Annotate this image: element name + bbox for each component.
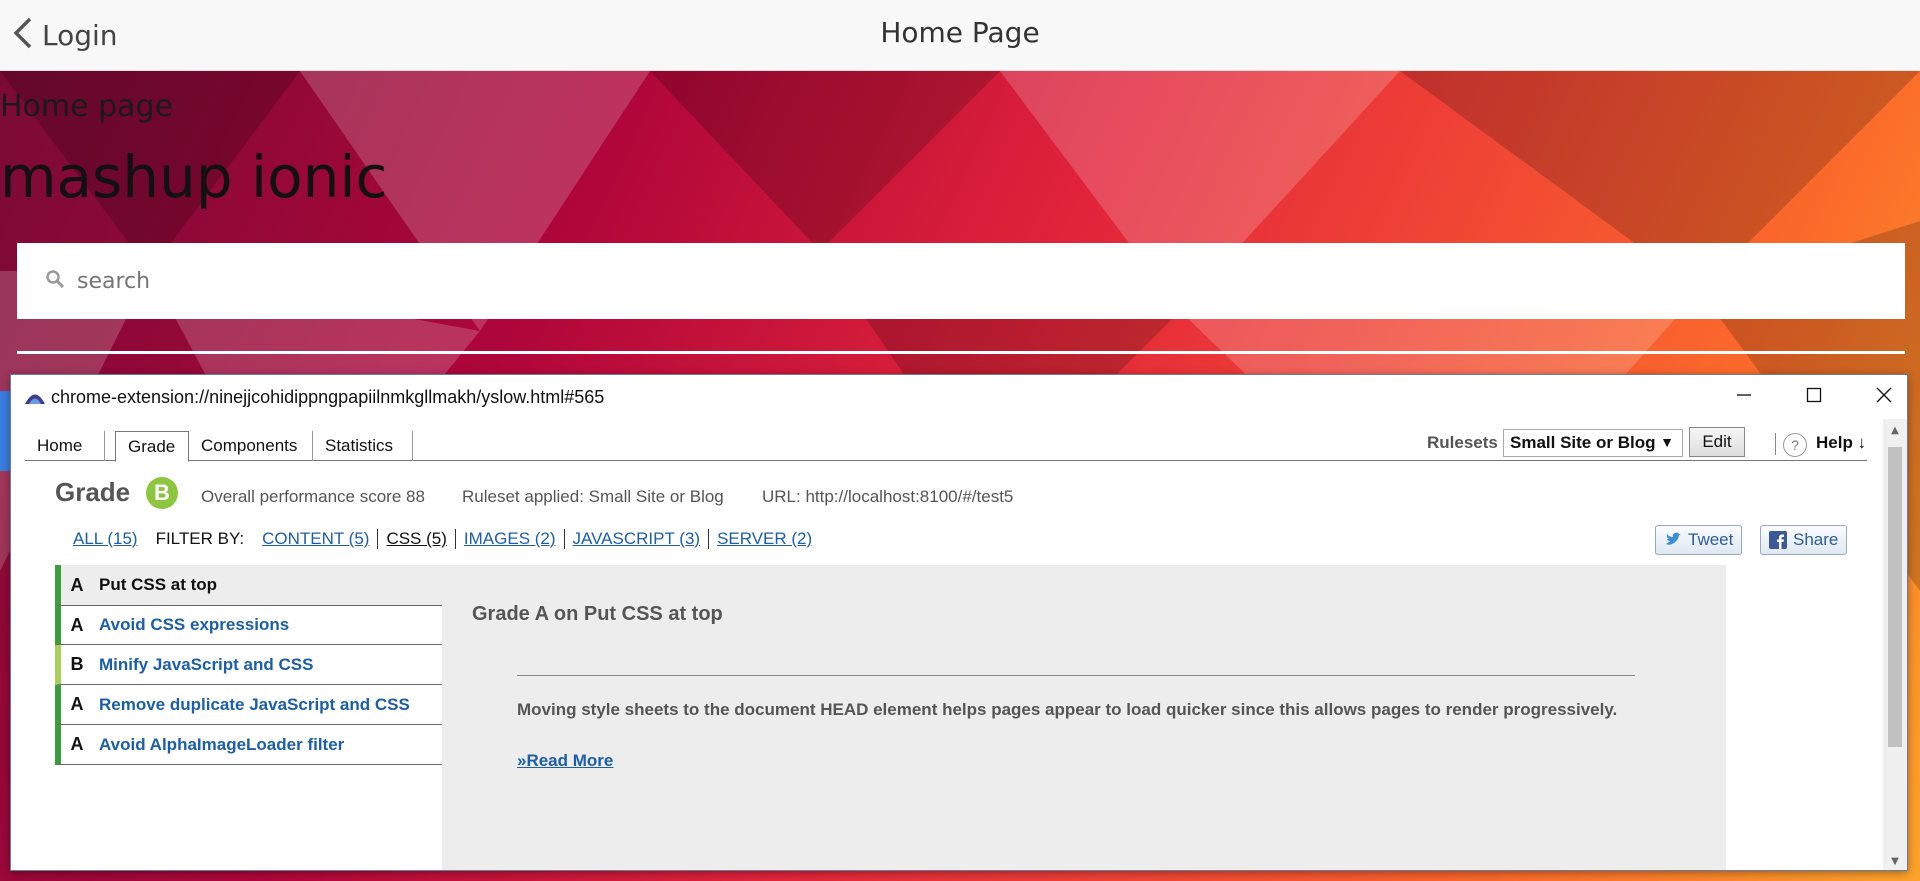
yslow-content: Home Grade Components Statistics Ruleset… <box>11 419 1883 870</box>
rule-grade: A <box>70 734 84 754</box>
read-more-link[interactable]: »Read More <box>517 751 613 771</box>
scroll-down-icon[interactable]: ▼ <box>1889 856 1901 868</box>
help-link[interactable]: Help ↓ <box>1816 433 1866 453</box>
rule-grade: A <box>70 694 84 714</box>
detail-description: Moving style sheets to the document HEAD… <box>517 700 1618 719</box>
window-url: chrome-extension://ninejjcohidippngpapii… <box>51 386 605 407</box>
rule-list: A Put CSS at top A Avoid CSS expressions… <box>55 565 443 765</box>
close-button[interactable] <box>1849 375 1907 419</box>
rule-grade: B <box>70 654 84 674</box>
tab-components[interactable]: Components <box>189 431 313 461</box>
minimize-icon <box>1735 386 1753 408</box>
rule-grade: A <box>70 574 84 595</box>
tab-home[interactable]: Home <box>25 431 105 461</box>
rule-item-avoid-alphaimageloader[interactable]: A Avoid AlphaImageLoader filter <box>55 725 443 765</box>
rule-item-remove-duplicate-js-css[interactable]: A Remove duplicate JavaScript and CSS <box>55 685 443 725</box>
separator <box>708 529 710 549</box>
tab-statistics[interactable]: Statistics <box>313 431 413 461</box>
vertical-scrollbar[interactable]: ▲ ▼ <box>1883 419 1907 870</box>
rule-name: Avoid AlphaImageLoader filter <box>99 734 345 754</box>
scroll-thumb[interactable] <box>1888 447 1902 747</box>
divider <box>517 675 1635 676</box>
filter-javascript[interactable]: JAVASCRIPT (3) <box>573 529 701 549</box>
app-header: Login Home Page <box>0 0 1920 71</box>
minimize-button[interactable] <box>1709 375 1779 419</box>
performance-score: Overall performance score 88 <box>201 487 425 506</box>
rule-name: Put CSS at top <box>99 575 218 594</box>
edit-button[interactable]: Edit <box>1689 427 1745 457</box>
separator <box>563 529 565 549</box>
window-titlebar[interactable]: chrome-extension://ninejjcohidippngpapii… <box>11 375 1907 419</box>
rule-item-put-css-at-top[interactable]: A Put CSS at top <box>55 565 443 605</box>
search-bar[interactable] <box>17 243 1905 319</box>
rule-grade: A <box>70 614 84 635</box>
search-icon <box>45 269 65 293</box>
rule-item-avoid-css-expressions[interactable]: A Avoid CSS expressions <box>55 605 443 645</box>
filter-css[interactable]: CSS (5) <box>386 529 446 549</box>
rulesets-label: Rulesets <box>1427 433 1498 452</box>
tweet-label: Tweet <box>1688 530 1734 549</box>
separator <box>454 529 456 549</box>
maximize-button[interactable] <box>1779 375 1849 419</box>
grade-title: Grade <box>55 477 131 507</box>
separator <box>1775 433 1776 455</box>
tested-url: URL: http://localhost:8100/#/test5 <box>762 487 1014 506</box>
scroll-up-icon[interactable]: ▲ <box>1889 425 1901 437</box>
filter-bar: ALL (15) FILTER BY: CONTENT (5) CSS (5) … <box>73 527 812 551</box>
rule-name: Avoid CSS expressions <box>99 615 290 634</box>
help-icon[interactable]: ? <box>1783 433 1807 457</box>
filter-all[interactable]: ALL (15) <box>73 529 138 549</box>
home-page-label: Home page <box>0 89 174 124</box>
page-title: Home Page <box>880 16 1040 49</box>
tab-grade[interactable]: Grade <box>115 431 189 462</box>
rule-detail-panel: Grade A on Put CSS at top Moving style s… <box>442 565 1726 870</box>
yslow-window: chrome-extension://ninejjcohidippngpapii… <box>10 374 1908 871</box>
caret-down-icon: ▼ <box>1660 434 1674 450</box>
close-icon <box>1875 386 1893 408</box>
search-input[interactable] <box>77 268 1777 294</box>
separator <box>377 529 379 549</box>
maximize-icon <box>1805 386 1823 408</box>
facebook-icon <box>1769 531 1787 549</box>
rule-item-minify-js-css[interactable]: B Minify JavaScript and CSS <box>55 645 443 685</box>
filter-images[interactable]: IMAGES (2) <box>464 529 556 549</box>
divider <box>17 351 1905 354</box>
detail-title: Grade A on Put CSS at top <box>472 603 723 625</box>
ruleset-applied: Ruleset applied: Small Site or Blog <box>462 487 724 506</box>
filter-by-label: FILTER BY: <box>155 529 245 548</box>
rule-name: Minify JavaScript and CSS <box>99 654 314 674</box>
share-button[interactable]: Share <box>1760 525 1848 555</box>
yslow-icon <box>24 389 46 405</box>
rule-name: Remove duplicate JavaScript and CSS <box>99 694 410 714</box>
grade-badge: B <box>146 477 178 509</box>
ruleset-selected-value: Small Site or Blog <box>1510 433 1656 452</box>
filter-content[interactable]: CONTENT (5) <box>262 529 369 549</box>
share-label: Share <box>1793 530 1839 549</box>
tweet-button[interactable]: Tweet <box>1655 525 1743 555</box>
ruleset-select[interactable]: Small Site or Blog ▼ <box>1503 429 1683 457</box>
hero-title: mashup ionic <box>0 143 388 211</box>
twitter-icon <box>1664 531 1682 549</box>
filter-server[interactable]: SERVER (2) <box>717 529 812 549</box>
